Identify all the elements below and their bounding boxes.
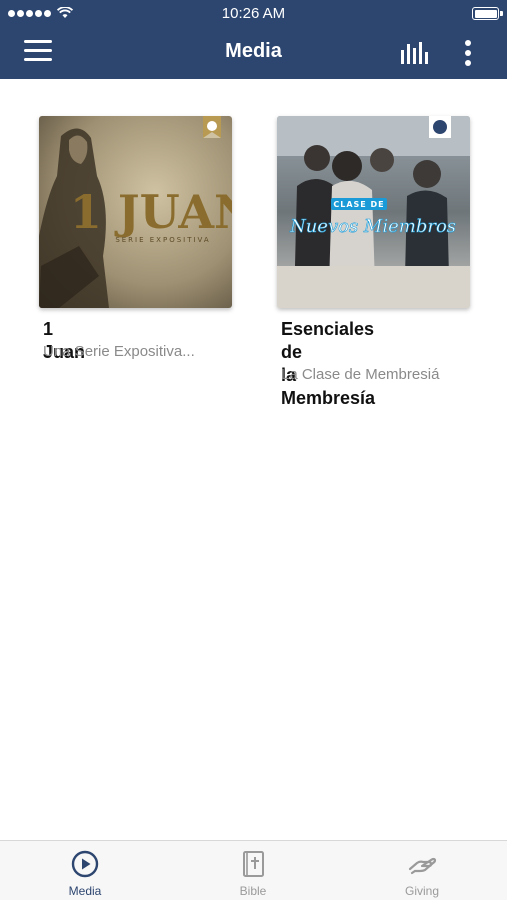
card-subtitle: La Clase de Membresiá — [281, 366, 440, 383]
art-subtitle: SERIE EXPOSITIVA — [115, 236, 210, 244]
card-title-line-1: Esenciales de — [281, 319, 375, 362]
battery-tip — [500, 11, 503, 16]
card-subtitle: Una Serie Expositiva... — [43, 343, 195, 360]
art-main-label: Nuevos Miembros — [289, 216, 456, 237]
card-title: Esenciales de la Membresía — [281, 318, 375, 410]
series-artwork-nuevos-miembros[interactable]: CLASE DE Nuevos Miembros — [277, 116, 470, 308]
art-title: 1 JUAN — [70, 185, 232, 239]
more-options-icon[interactable] — [458, 38, 478, 68]
status-time: 10:26 AM — [221, 5, 286, 22]
tab-label: Giving — [404, 884, 439, 898]
tab-bible[interactable]: Bible — [193, 841, 313, 900]
play-circle-icon — [71, 850, 99, 878]
tab-media[interactable]: Media — [25, 841, 145, 900]
tab-label: Media — [68, 884, 102, 898]
tab-bar: Media Bible Giving — [0, 840, 507, 900]
app-header: 10:26 AM Media — [0, 0, 507, 79]
art-top-label: CLASE DE — [333, 200, 384, 209]
bible-icon — [243, 851, 264, 877]
tab-label: Bible — [239, 884, 267, 898]
status-bar: 10:26 AM — [0, 0, 507, 28]
tab-giving[interactable]: Giving — [362, 841, 482, 900]
page-title: Media — [225, 40, 282, 62]
audio-bars-icon[interactable] — [398, 40, 430, 66]
battery-icon — [472, 7, 499, 20]
giving-hand-icon — [408, 857, 437, 875]
series-artwork-1-juan[interactable]: 1 JUAN SERIE EXPOSITIVA — [39, 116, 232, 308]
